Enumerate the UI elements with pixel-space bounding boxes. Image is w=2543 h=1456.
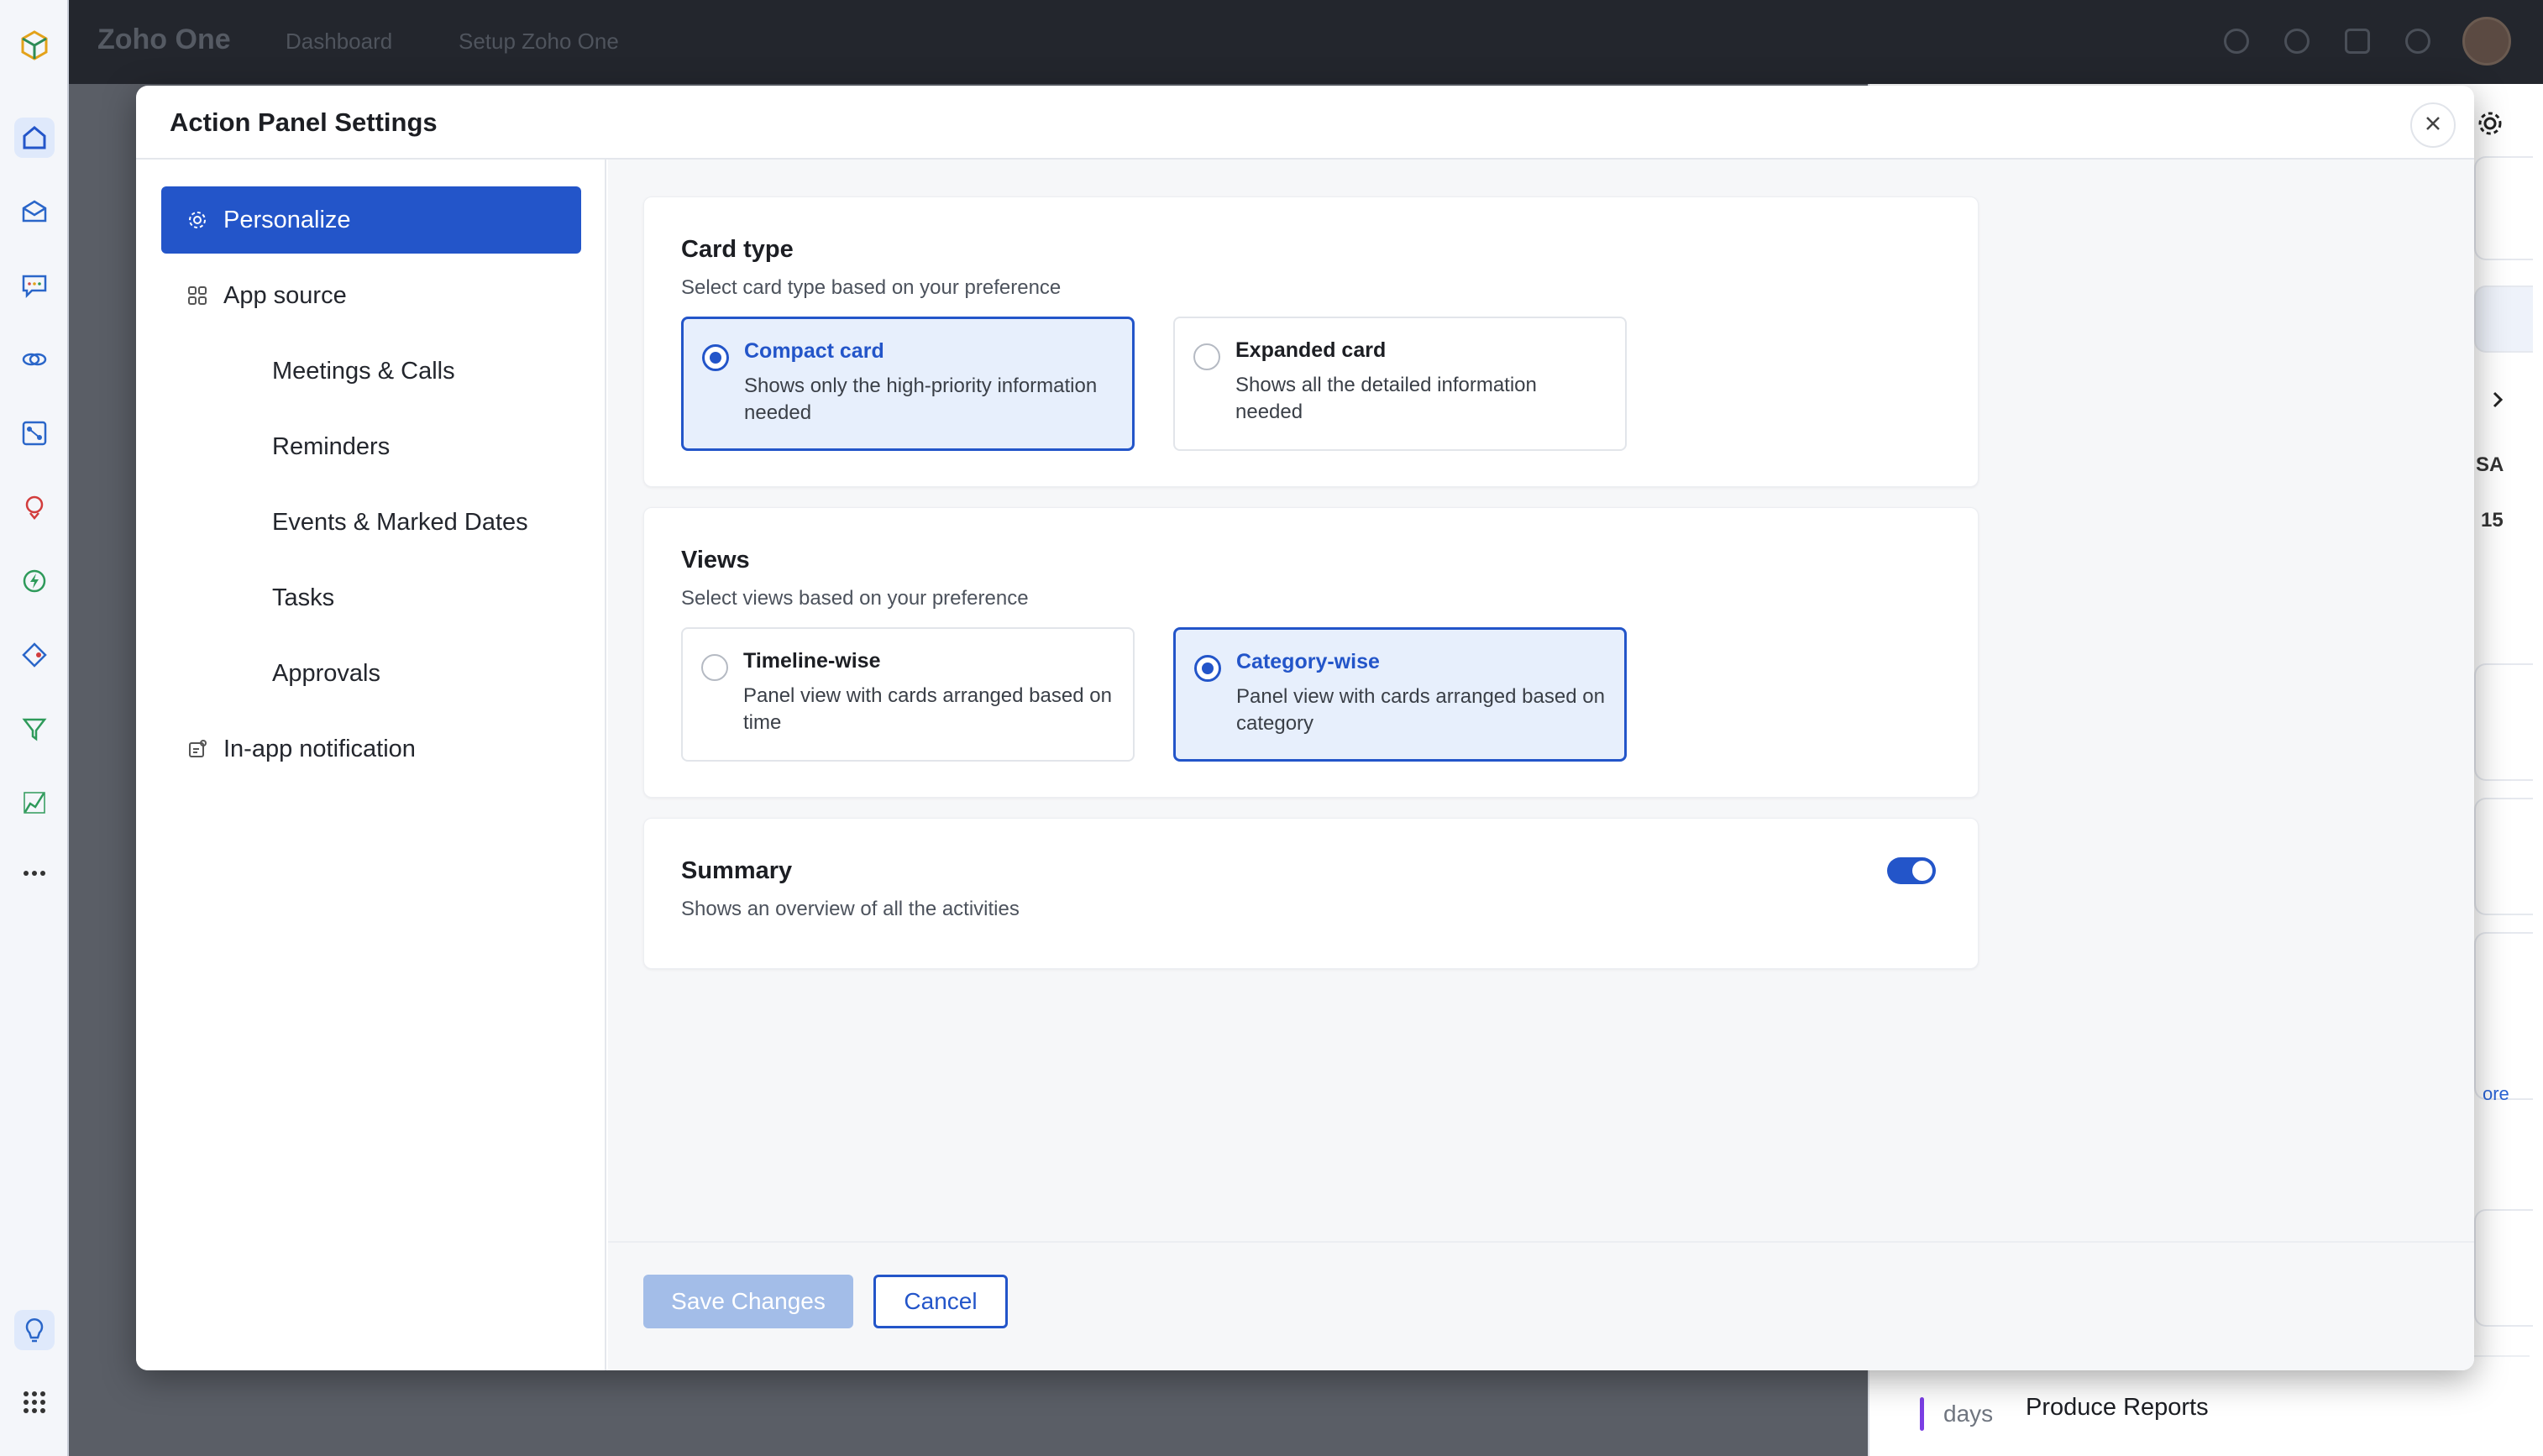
sidebar-item-label: Personalize — [223, 206, 351, 233]
search-icon[interactable] — [2224, 29, 2249, 54]
grid-icon — [185, 283, 210, 308]
sidebar-item-app-source[interactable]: App source — [161, 262, 581, 329]
more-apps-icon[interactable] — [14, 853, 55, 893]
card-type-section: Card type Select card type based on your… — [643, 196, 1979, 487]
notification-icon — [185, 736, 210, 762]
rp-days: days — [1943, 1401, 1994, 1427]
idea-bulb-icon[interactable] — [14, 1310, 55, 1350]
mail-icon[interactable] — [14, 191, 55, 232]
option-title: Timeline-wise — [743, 649, 881, 673]
settings-content: Card type Select card type based on your… — [608, 160, 2474, 1370]
option-description: Shows all the detailed information neede… — [1235, 374, 1537, 423]
summary-toggle[interactable] — [1887, 857, 1936, 884]
sidebar-subitem-meetings-calls[interactable]: Meetings & Calls — [272, 346, 455, 396]
section-subtitle: Shows an overview of all the activities — [681, 898, 1020, 920]
rp-letters: SA — [2476, 453, 2504, 476]
option-description: Shows only the high-priority information… — [744, 374, 1098, 424]
modal-footer: Save Changes Cancel — [608, 1241, 2474, 1370]
section-subtitle: Select card type based on your preferenc… — [681, 276, 1062, 299]
close-button[interactable] — [2410, 102, 2456, 148]
sidebar-item-personalize[interactable]: Personalize — [161, 186, 581, 254]
radio-unselected[interactable] — [701, 654, 728, 681]
rp-card — [2474, 156, 2533, 260]
chat-icon[interactable] — [14, 265, 55, 306]
zoho-cube-logo-icon[interactable] — [14, 25, 55, 65]
option-description: Panel view with cards arranged based on … — [743, 684, 1112, 734]
home-icon[interactable] — [14, 118, 55, 158]
rp-task-title: Produce Reports — [2026, 1394, 2209, 1421]
option-title: Category-wise — [1236, 650, 1380, 673]
calendar-icon[interactable] — [2345, 29, 2370, 54]
views-section: Views Select views based on your prefere… — [643, 507, 1979, 798]
rp-more-link[interactable]: ore — [2483, 1083, 2509, 1105]
modal-header: Action Panel Settings — [136, 86, 2474, 160]
avatar[interactable] — [2462, 17, 2511, 65]
filter-icon[interactable] — [14, 709, 55, 749]
gear-icon — [185, 207, 210, 233]
section-subtitle: Select views based on your preference — [681, 587, 1029, 610]
priority-bar — [1920, 1397, 1924, 1431]
section-title: Card type — [681, 236, 794, 263]
section-title: Summary — [681, 857, 793, 884]
workflow-icon[interactable] — [14, 413, 55, 453]
sidebar-subitem-tasks[interactable]: Tasks — [272, 573, 334, 623]
app-topbar: Zoho One Dashboard Setup Zoho One — [69, 0, 2543, 84]
sidebar-item-label: App source — [223, 281, 347, 309]
timeline-wise-option[interactable]: Timeline-wise Panel view with cards arra… — [681, 627, 1135, 762]
tab-setup[interactable]: Setup Zoho One — [459, 29, 619, 55]
category-wise-option[interactable]: Category-wise Panel view with cards arra… — [1173, 627, 1627, 762]
sidebar-subitem-events[interactable]: Events & Marked Dates — [272, 497, 528, 547]
tag-icon[interactable] — [14, 635, 55, 675]
app-launcher-grid-icon[interactable] — [14, 1382, 55, 1422]
option-title: Expanded card — [1235, 338, 1387, 362]
modal-title: Action Panel Settings — [170, 107, 438, 137]
settings-icon[interactable] — [2405, 29, 2430, 54]
option-description: Panel view with cards arranged based on … — [1236, 685, 1605, 735]
tab-dashboard[interactable]: Dashboard — [286, 29, 392, 55]
rp-number: 15 — [2481, 509, 2504, 532]
cancel-button[interactable]: Cancel — [873, 1275, 1008, 1328]
radio-unselected[interactable] — [1193, 343, 1220, 370]
sidebar-subitem-reminders[interactable]: Reminders — [272, 422, 390, 472]
rp-card — [2474, 285, 2533, 353]
save-changes-button[interactable]: Save Changes — [643, 1275, 853, 1328]
radio-selected[interactable] — [1194, 655, 1221, 682]
notification-bell-icon[interactable] — [2284, 29, 2310, 54]
rp-card — [2474, 932, 2533, 1100]
brand-name: Zoho One — [97, 24, 231, 55]
section-title: Views — [681, 547, 750, 573]
settings-sidebar: Personalize App source Meetings & Calls … — [136, 160, 606, 1370]
location-icon[interactable] — [14, 487, 55, 527]
bolt-icon[interactable] — [14, 561, 55, 601]
radio-selected[interactable] — [702, 344, 729, 371]
expanded-card-option[interactable]: Expanded card Shows all the detailed inf… — [1173, 317, 1627, 451]
rp-card — [2474, 798, 2533, 915]
links-icon[interactable] — [14, 339, 55, 380]
app-rail — [0, 0, 69, 1456]
summary-section: Summary Shows an overview of all the act… — [643, 818, 1979, 969]
close-icon — [2424, 114, 2442, 137]
rp-card — [2474, 663, 2533, 781]
sidebar-item-label: In-app notification — [223, 735, 416, 762]
sidebar-subitem-approvals[interactable]: Approvals — [272, 648, 380, 699]
panel-settings-gear-icon[interactable] — [2476, 109, 2504, 142]
compact-card-option[interactable]: Compact card Shows only the high-priorit… — [681, 317, 1135, 451]
chevron-right-icon[interactable] — [2488, 390, 2508, 414]
sidebar-item-in-app-notification[interactable]: In-app notification — [161, 715, 581, 783]
rp-card — [2474, 1209, 2533, 1327]
chart-icon[interactable] — [14, 783, 55, 823]
action-panel-settings-modal: Action Panel Settings Personalize App so… — [136, 86, 2474, 1370]
rp-task-row[interactable]: days Produce Reports — [1891, 1355, 2530, 1456]
option-title: Compact card — [744, 339, 884, 363]
